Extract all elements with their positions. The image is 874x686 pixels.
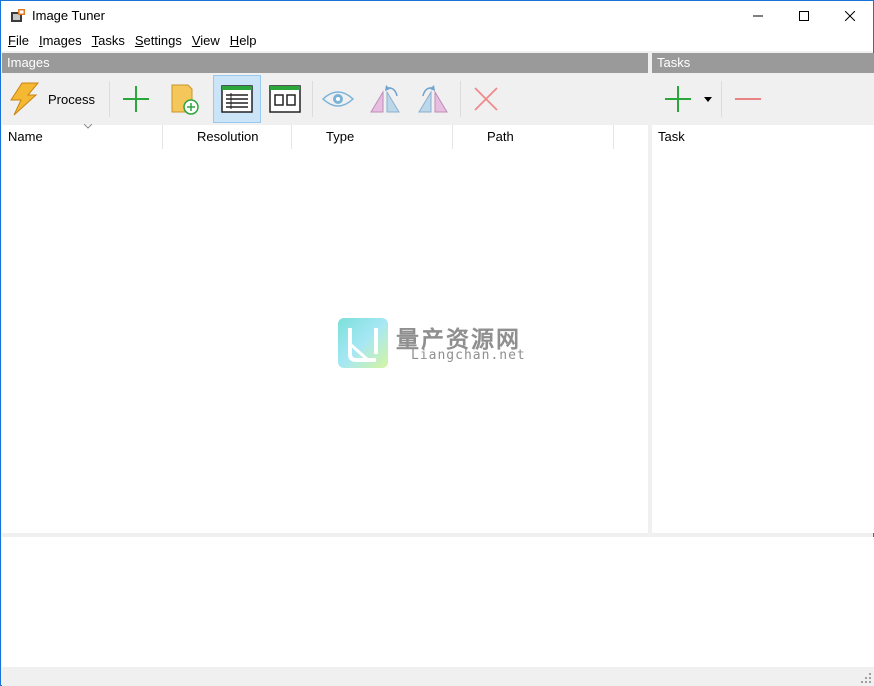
folder-add-icon (171, 84, 199, 115)
column-header-task[interactable]: Task (658, 125, 685, 149)
tasks-panel-header: Tasks (652, 53, 874, 73)
process-label: Process (48, 91, 95, 107)
remove-task-button[interactable] (728, 75, 768, 123)
log-panel[interactable] (2, 537, 874, 667)
watermark-logo (338, 318, 388, 368)
watermark-en-text: Liangchan.net (411, 348, 526, 363)
watermark-logo-icon (348, 328, 378, 362)
plus-icon (123, 86, 149, 112)
images-panel-header: Images (2, 53, 648, 73)
add-task-button[interactable] (658, 75, 698, 123)
menu-tasks[interactable]: Tasks (87, 31, 130, 51)
resize-grip-icon[interactable] (860, 672, 872, 684)
toolbar-separator (721, 81, 722, 117)
minimize-button[interactable] (735, 1, 781, 31)
column-header-path[interactable]: Path (487, 125, 514, 149)
preview-button[interactable] (318, 75, 358, 123)
column-separator[interactable] (291, 125, 292, 149)
toolbar-separator (109, 81, 110, 117)
menu-view[interactable]: View (187, 31, 225, 51)
rotate-left-icon (370, 85, 400, 113)
menu-settings[interactable]: Settings (130, 31, 187, 51)
menu-help[interactable]: Help (225, 31, 262, 51)
app-icon (11, 9, 25, 22)
maximize-icon (799, 11, 809, 21)
details-view-button[interactable] (213, 75, 261, 123)
rotate-left-button[interactable] (366, 75, 406, 123)
plus-icon (665, 86, 691, 112)
add-folder-button[interactable] (164, 75, 204, 123)
remove-images-button[interactable] (466, 75, 506, 123)
column-header-type[interactable]: Type (326, 125, 354, 149)
column-separator[interactable] (613, 125, 614, 149)
list-view-icon (221, 85, 253, 113)
menu-images[interactable]: Images (34, 31, 87, 51)
process-button[interactable]: Process (8, 75, 100, 123)
menu-file[interactable]: File (1, 31, 34, 51)
thumbnail-view-icon (269, 85, 301, 113)
column-separator[interactable] (162, 125, 163, 149)
column-header-resolution[interactable]: Resolution (197, 125, 258, 149)
toolbar-separator (460, 81, 461, 117)
images-list[interactable]: Name Resolution Type Path (2, 124, 648, 533)
add-task-dropdown[interactable] (700, 75, 716, 123)
column-separator[interactable] (452, 125, 453, 149)
close-icon (845, 11, 855, 21)
tasks-toolbar (652, 73, 874, 125)
title-bar[interactable]: Image Tuner (1, 1, 873, 31)
images-toolbar: Process (2, 73, 648, 125)
window-title: Image Tuner (32, 8, 105, 23)
add-images-button[interactable] (116, 75, 156, 123)
column-header-name[interactable]: Name (8, 124, 162, 149)
delete-x-icon (474, 87, 498, 111)
eye-icon (322, 91, 354, 107)
thumbnail-view-button[interactable] (265, 75, 305, 123)
close-button[interactable] (827, 1, 873, 31)
lightning-icon (10, 82, 40, 116)
minus-icon (735, 98, 761, 100)
tasks-list[interactable]: Task (652, 125, 874, 533)
rotate-right-icon (418, 85, 448, 113)
menu-bar: File Images Tasks Settings View Help (1, 31, 873, 51)
toolbar-separator (312, 81, 313, 117)
watermark: 量产资源网 Liangchan.net (338, 318, 548, 370)
minimize-icon (753, 15, 763, 17)
maximize-button[interactable] (781, 1, 827, 31)
app-window: Image Tuner File Images Tasks Settings V… (0, 0, 874, 686)
sort-arrow-icon (84, 124, 92, 129)
status-bar (2, 667, 874, 686)
rotate-right-button[interactable] (414, 75, 454, 123)
column-header-label: Name (8, 129, 43, 144)
dropdown-arrow-icon (704, 96, 712, 102)
